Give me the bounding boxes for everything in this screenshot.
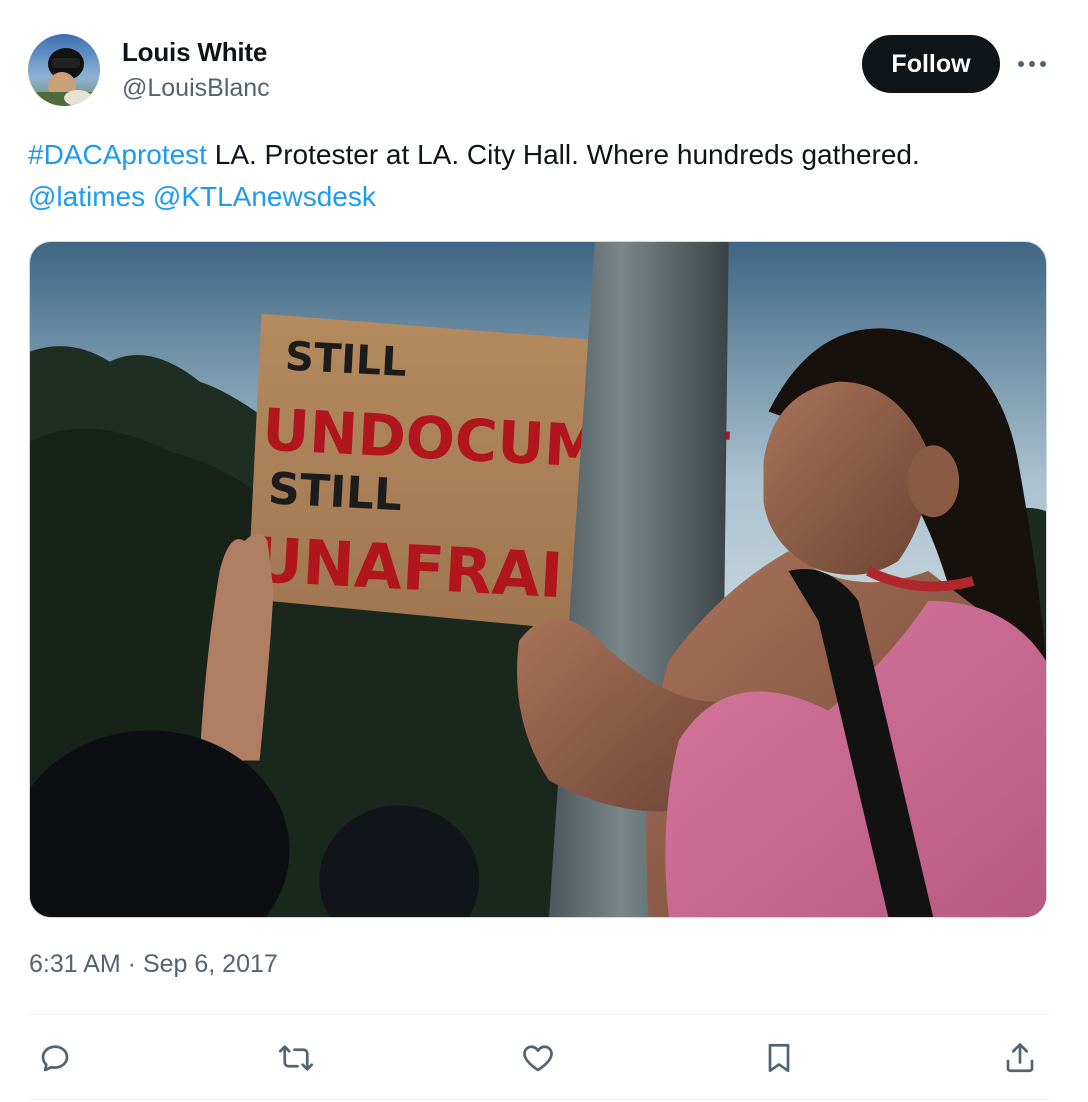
divider-bottom <box>29 1099 1049 1100</box>
tweet-card: Louis White @LouisBlanc Follow #DACAprot… <box>0 0 1088 1102</box>
avatar[interactable] <box>28 34 100 106</box>
author-handle[interactable]: @LouisBlanc <box>122 74 270 103</box>
mention-link-ktla[interactable]: @KTLAnewsdesk <box>153 181 376 212</box>
share-button[interactable] <box>998 1036 1042 1080</box>
mention-link-latimes[interactable]: @latimes <box>28 181 145 212</box>
bookmark-button[interactable] <box>757 1036 801 1080</box>
repost-icon <box>278 1045 314 1071</box>
like-button[interactable] <box>516 1036 560 1080</box>
bookmark-icon <box>768 1043 790 1073</box>
reply-button[interactable] <box>33 1036 77 1080</box>
tweet-photo[interactable]: STILL UNDOCUMENT STILL UNAFRAI <box>29 241 1047 918</box>
sign-line-3: STILL <box>267 463 403 521</box>
divider <box>29 1014 1049 1015</box>
repost-button[interactable] <box>274 1036 318 1080</box>
hashtag-link[interactable]: #DACAprotest <box>28 139 207 170</box>
author-display-name[interactable]: Louis White <box>122 37 267 68</box>
protest-photo: STILL UNDOCUMENT STILL UNAFRAI <box>30 242 1046 917</box>
avatar-image <box>28 34 100 106</box>
reply-icon <box>41 1045 69 1072</box>
sign-line-1: STILL <box>284 334 408 386</box>
heart-icon <box>523 1045 553 1072</box>
more-horizontal-icon <box>1018 61 1046 67</box>
follow-button[interactable]: Follow <box>862 35 1000 93</box>
tweet-timestamp[interactable]: 6:31 AM · Sep 6, 2017 <box>29 950 278 979</box>
more-options-button[interactable] <box>1012 46 1052 82</box>
share-icon <box>1006 1043 1034 1073</box>
tweet-text: #DACAprotest LA. Protester at LA. City H… <box>28 134 1058 218</box>
tweet-body-text: LA. Protester at LA. City Hall. Where hu… <box>206 139 920 170</box>
